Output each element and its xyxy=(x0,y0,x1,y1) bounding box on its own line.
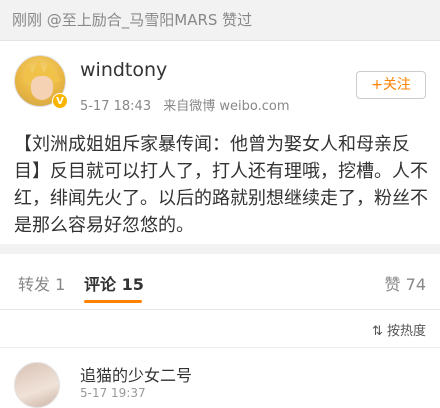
post-username[interactable]: windtony xyxy=(80,59,167,81)
post-source: 来自微博 weibo.com xyxy=(163,99,290,114)
verified-badge-icon: V xyxy=(52,93,68,109)
tab-like[interactable]: 赞 74 xyxy=(385,271,426,295)
commenter-name[interactable]: 追猫的少女二号 xyxy=(80,362,192,386)
post-meta: 5-17 18:43 来自微博 weibo.com xyxy=(80,95,298,114)
sort-hot-button[interactable]: ⇅ 按热度 xyxy=(372,320,426,339)
follow-button[interactable]: +关注 xyxy=(356,71,426,99)
sort-icon: ⇅ xyxy=(371,324,387,339)
tab-repost[interactable]: 转发 1 xyxy=(18,271,65,295)
post-time: 5-17 18:43 xyxy=(80,99,152,114)
tab-comment[interactable]: 评论 15 xyxy=(84,271,144,295)
post-text: 【刘洲成姐姐斥家暴传闻：他曾为娶女人和母亲反目】反目就可以打人了，打人还有理哦，… xyxy=(14,134,428,236)
liked-notice: 刚刚 @至上励合_马雪阳MARS 赞过 xyxy=(0,0,440,40)
tab-active-indicator xyxy=(84,300,142,303)
post-tabs: 转发 1 评论 15 赞 74 xyxy=(0,254,440,310)
sort-label: 按热度 xyxy=(386,324,426,339)
commenter-avatar[interactable] xyxy=(14,362,60,408)
avatar-face xyxy=(31,76,53,100)
sort-bar: ⇅ 按热度 xyxy=(0,310,440,348)
comment-time: 5-17 19:37 xyxy=(80,386,146,400)
divider xyxy=(0,244,440,254)
comment-item: 追猫的少女二号 5-17 19:37 xyxy=(0,348,440,408)
weibo-post-card: V windtony 5-17 18:43 来自微博 weibo.com +关注… xyxy=(0,40,440,244)
